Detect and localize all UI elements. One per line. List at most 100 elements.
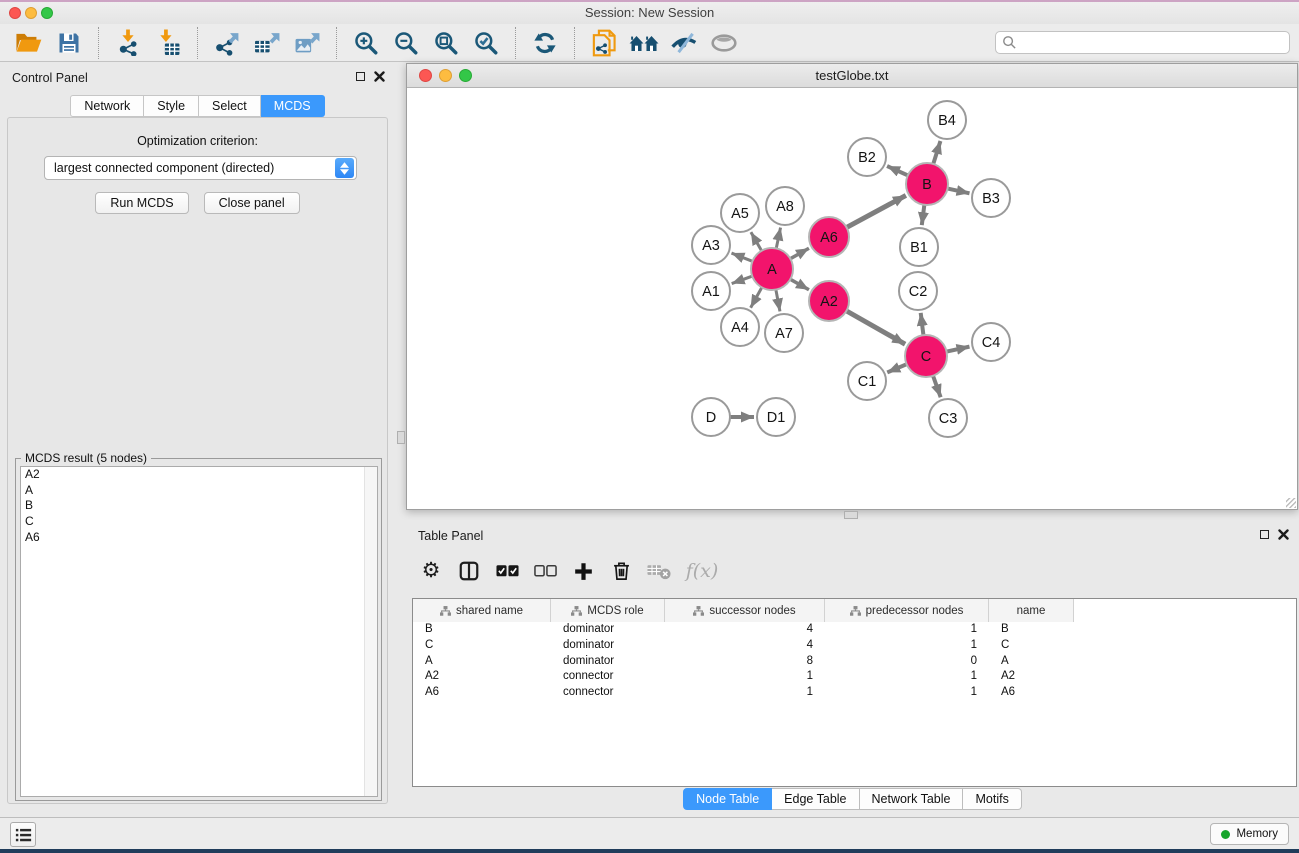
table-cell[interactable]: 1: [665, 669, 825, 685]
table-cell[interactable]: connector: [551, 685, 665, 701]
result-item[interactable]: A6: [21, 530, 377, 546]
table-cell[interactable]: C: [413, 638, 551, 654]
graph-node-C1[interactable]: C1: [848, 362, 886, 400]
table-cell[interactable]: A2: [413, 669, 551, 685]
table-cell[interactable]: 0: [825, 654, 989, 670]
close-panel-button[interactable]: Close panel: [204, 192, 300, 214]
graph-node-A6[interactable]: A6: [809, 217, 849, 257]
tab-mcds[interactable]: MCDS: [261, 95, 325, 117]
network-minimize-button[interactable]: [439, 69, 452, 82]
column-header-shared-name[interactable]: shared name: [413, 599, 551, 622]
table-cell[interactable]: 1: [665, 685, 825, 701]
hide-graphics-details-button[interactable]: [664, 27, 704, 59]
graph-edge-A-A8[interactable]: [776, 228, 781, 250]
graph-edge-A-A4[interactable]: [751, 287, 763, 308]
graph-node-B1[interactable]: B1: [900, 228, 938, 266]
table-cell[interactable]: dominator: [551, 638, 665, 654]
network-graph[interactable]: AA1A2A3A4A5A6A7A8BB1B2B3B4CC1C2C3C4DD1: [407, 88, 1297, 509]
mcds-result-list[interactable]: A2ABCA6: [20, 466, 378, 797]
graph-node-D[interactable]: D: [692, 398, 730, 436]
graph-node-A1[interactable]: A1: [692, 272, 730, 310]
table-cell[interactable]: 8: [665, 654, 825, 670]
table-cell[interactable]: 4: [665, 622, 825, 638]
column-settings-button[interactable]: ⚙: [412, 554, 450, 588]
graph-node-A5[interactable]: A5: [721, 194, 759, 232]
result-item[interactable]: C: [21, 514, 377, 530]
graph-edge-B-B4[interactable]: [933, 141, 940, 165]
table-cell[interactable]: A: [989, 654, 1074, 670]
delete-row-button[interactable]: [602, 554, 640, 588]
split-divider-handle[interactable]: [397, 431, 405, 444]
graph-edge-A-A5[interactable]: [751, 232, 762, 252]
tab-network-table[interactable]: Network Table: [860, 788, 964, 810]
graph-edge-C-C3[interactable]: [933, 375, 941, 397]
table-row[interactable]: Bdominator41B: [413, 622, 1296, 638]
window-resize-grip[interactable]: [1286, 498, 1296, 508]
select-all-button[interactable]: [488, 554, 526, 588]
create-column-button[interactable]: [450, 554, 488, 588]
result-item[interactable]: A: [21, 483, 377, 499]
show-panels-button[interactable]: [10, 822, 36, 847]
tab-select[interactable]: Select: [199, 95, 261, 117]
run-mcds-button[interactable]: Run MCDS: [95, 192, 188, 214]
home-button[interactable]: [624, 27, 664, 59]
open-session-button[interactable]: [9, 27, 49, 59]
graph-edge-B-B1[interactable]: [922, 204, 925, 225]
export-image-button[interactable]: [287, 27, 327, 59]
graph-edge-A-A7[interactable]: [776, 289, 780, 312]
graph-node-A3[interactable]: A3: [692, 226, 730, 264]
table-cell[interactable]: A: [413, 654, 551, 670]
result-item[interactable]: A2: [21, 467, 377, 483]
graph-node-C3[interactable]: C3: [929, 399, 967, 437]
graph-edge-A-A6[interactable]: [789, 248, 809, 259]
search-input[interactable]: [1017, 33, 1289, 52]
network-close-button[interactable]: [419, 69, 432, 82]
node-table[interactable]: shared nameMCDS rolesuccessor nodesprede…: [412, 598, 1297, 787]
close-panel-icon[interactable]: [1278, 529, 1289, 540]
close-panel-icon[interactable]: [374, 71, 385, 82]
column-header-MCDS-role[interactable]: MCDS role: [551, 599, 665, 622]
float-panel-icon[interactable]: [356, 72, 365, 81]
table-cell[interactable]: 1: [825, 638, 989, 654]
graph-node-A7[interactable]: A7: [765, 314, 803, 352]
graph-node-D1[interactable]: D1: [757, 398, 795, 436]
zoom-in-button[interactable]: [346, 27, 386, 59]
table-cell[interactable]: A6: [413, 685, 551, 701]
close-window-button[interactable]: [9, 7, 21, 19]
table-cell[interactable]: A6: [989, 685, 1074, 701]
import-table-button[interactable]: [148, 27, 188, 59]
table-cell[interactable]: A2: [989, 669, 1074, 685]
delete-table-button[interactable]: [640, 554, 678, 588]
table-row[interactable]: Adominator80A: [413, 654, 1296, 670]
network-window-titlebar[interactable]: testGlobe.txt: [407, 64, 1297, 88]
export-network-button[interactable]: [207, 27, 247, 59]
split-divider-handle[interactable]: [844, 511, 858, 519]
table-cell[interactable]: C: [989, 638, 1074, 654]
import-network-button[interactable]: [108, 27, 148, 59]
graph-node-B2[interactable]: B2: [848, 138, 886, 176]
graph-edge-A-A3[interactable]: [731, 253, 753, 262]
table-cell[interactable]: B: [413, 622, 551, 638]
table-row[interactable]: Cdominator41C: [413, 638, 1296, 654]
graph-edge-B-B3[interactable]: [947, 188, 970, 193]
float-panel-icon[interactable]: [1260, 530, 1269, 539]
tab-style[interactable]: Style: [144, 95, 199, 117]
duplicate-network-button[interactable]: [584, 27, 624, 59]
tab-network[interactable]: Network: [70, 95, 144, 117]
graph-node-C[interactable]: C: [905, 335, 947, 377]
unselect-all-button[interactable]: [526, 554, 564, 588]
zoom-window-button[interactable]: [41, 7, 53, 19]
minimize-window-button[interactable]: [25, 7, 37, 19]
export-table-button[interactable]: [247, 27, 287, 59]
column-header-predecessor-nodes[interactable]: predecessor nodes: [825, 599, 989, 622]
graph-node-C4[interactable]: C4: [972, 323, 1010, 361]
graph-edge-C-C4[interactable]: [946, 347, 970, 352]
graph-edge-C-C2[interactable]: [921, 313, 924, 336]
add-row-button[interactable]: [564, 554, 602, 588]
zoom-out-button[interactable]: [386, 27, 426, 59]
zoom-selected-button[interactable]: [466, 27, 506, 59]
table-row[interactable]: A6connector11A6: [413, 685, 1296, 701]
table-row[interactable]: A2connector11A2: [413, 669, 1296, 685]
table-cell[interactable]: dominator: [551, 654, 665, 670]
criterion-select[interactable]: largest connected component (directed): [44, 156, 357, 180]
